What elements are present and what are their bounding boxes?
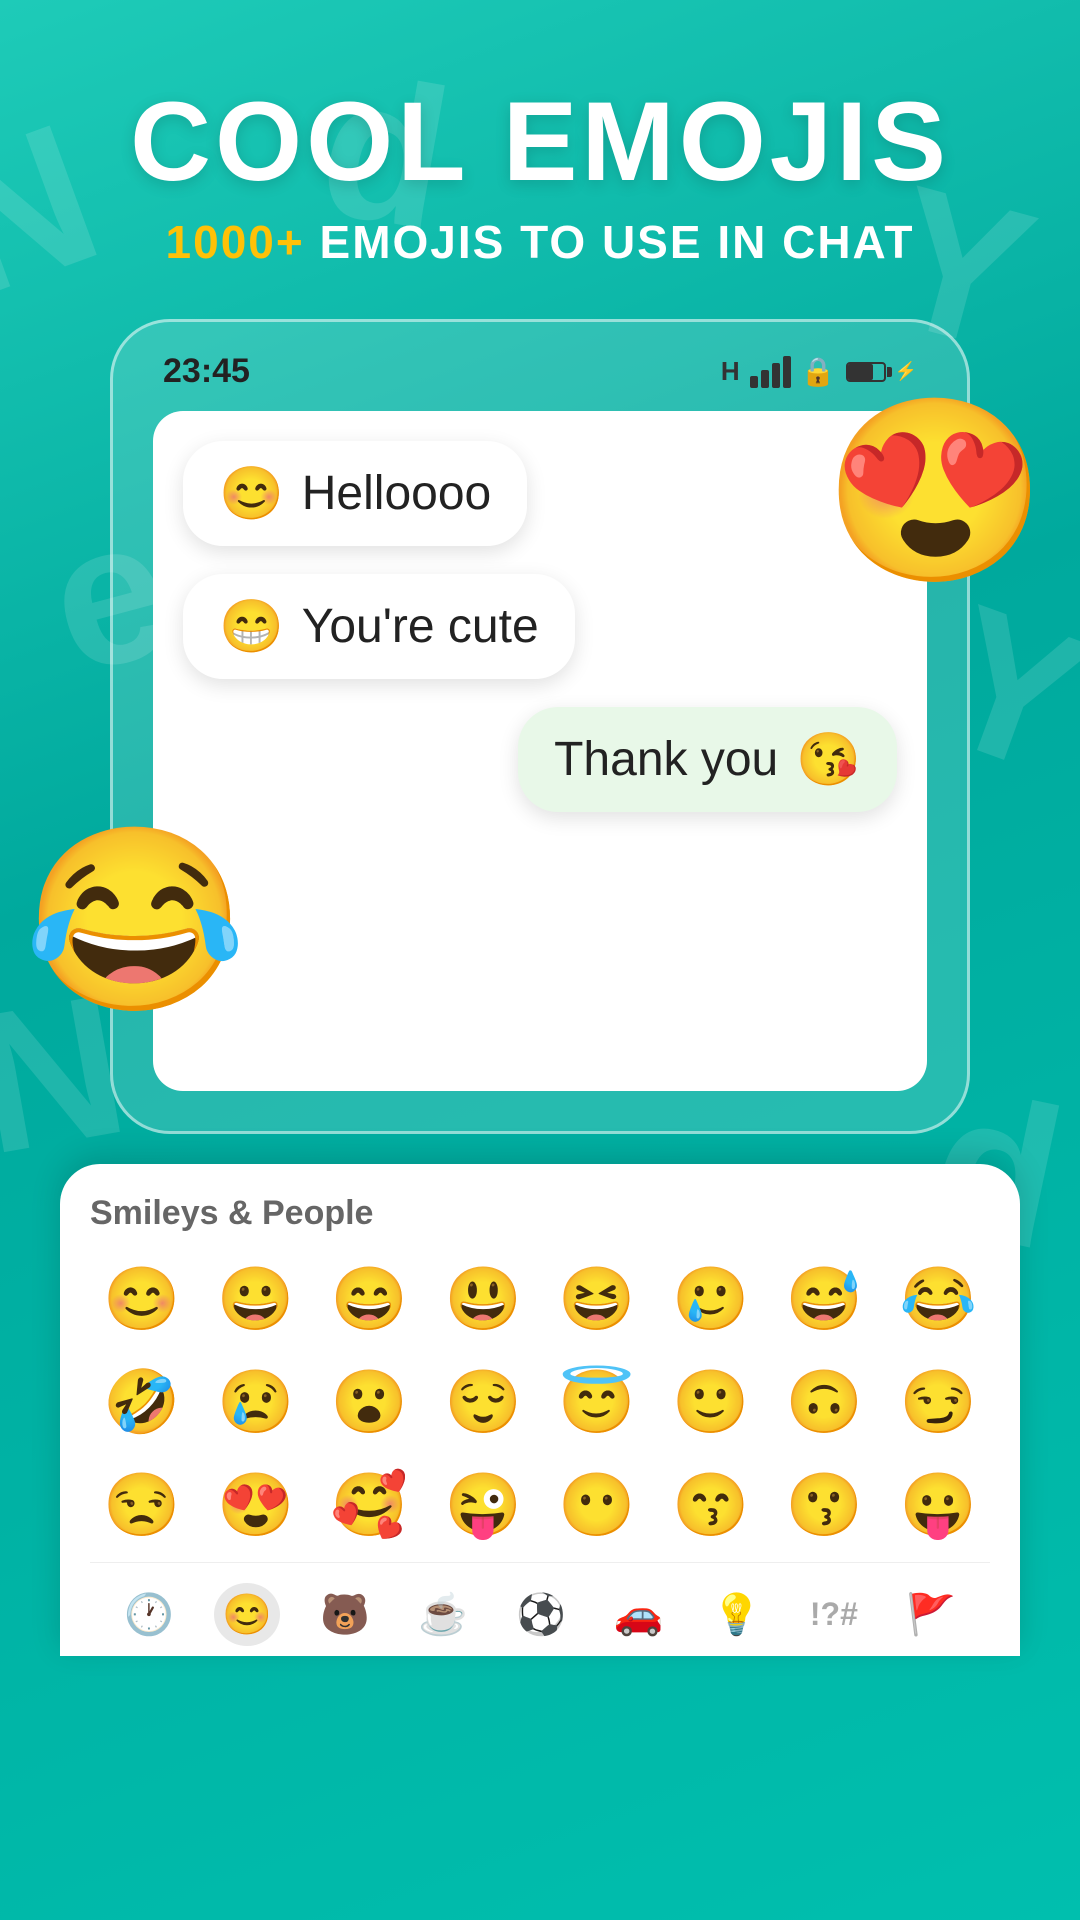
- category-smileys-icon[interactable]: 😊: [214, 1583, 280, 1646]
- message-row-3: Thank you 😘: [183, 707, 897, 812]
- subtitle-text: EMOJIS TO USE IN CHAT: [305, 216, 915, 268]
- emoji-cell[interactable]: 😙: [659, 1459, 763, 1552]
- message-bubble-3: Thank you 😘: [518, 707, 897, 812]
- emoji-cell[interactable]: 😂: [886, 1253, 990, 1346]
- message-row-2: 😁 You're cute: [183, 574, 897, 679]
- emoji-cell[interactable]: 😌: [431, 1356, 535, 1449]
- emoji-cell[interactable]: 🙃: [773, 1356, 877, 1449]
- app-header: COOL EMOJIS 1000+ EMOJIS TO USE IN CHAT: [0, 0, 1080, 269]
- emoji-cell[interactable]: 😊: [90, 1253, 194, 1346]
- category-bar: 🕐 😊 🐻 ☕ ⚽ 🚗 💡 !?# 🚩: [90, 1562, 990, 1656]
- category-animals-icon[interactable]: 🐻: [312, 1583, 378, 1646]
- emoji-cell[interactable]: 😆: [545, 1253, 649, 1346]
- emoji-cell[interactable]: 😜: [431, 1459, 535, 1552]
- lock-icon: 🔒: [801, 355, 836, 388]
- emoji-cell[interactable]: 🥰: [318, 1459, 422, 1552]
- signal-bars: [750, 356, 791, 388]
- message-emoji-3: 😘: [796, 729, 861, 790]
- emoji-cell[interactable]: 😍: [204, 1459, 308, 1552]
- category-food-icon[interactable]: ☕: [410, 1583, 476, 1646]
- message-bubble-2: 😁 You're cute: [183, 574, 575, 679]
- phone-mockup: 😍 😂 23:45 H 🔒 ⚡ 😊 Helloo: [110, 319, 970, 1134]
- message-emoji-2: 😁: [219, 596, 284, 657]
- floating-emoji-right: 😍: [823, 402, 1047, 582]
- app-title: COOL EMOJIS: [0, 80, 1080, 203]
- status-time: 23:45: [163, 352, 250, 391]
- emoji-cell[interactable]: 😢: [204, 1356, 308, 1449]
- emoji-cell[interactable]: 😒: [90, 1459, 194, 1552]
- chat-area: 😊 Helloooo 😁 You're cute Thank you 😘: [153, 411, 927, 1091]
- emoji-cell[interactable]: 😅: [773, 1253, 877, 1346]
- category-symbols-icon[interactable]: !?#: [802, 1588, 866, 1641]
- network-indicator: H: [721, 356, 740, 387]
- emoji-grid-row2: 🤣 😢 😮 😌 😇 🙂 🙃 😏: [90, 1356, 990, 1449]
- emoji-grid-row1: 😊 😀 😄 😃 😆 🥲 😅 😂: [90, 1253, 990, 1346]
- emoji-cell[interactable]: 😶: [545, 1459, 649, 1552]
- category-objects-icon[interactable]: 💡: [704, 1583, 770, 1646]
- category-flags-icon[interactable]: 🚩: [898, 1583, 964, 1646]
- emoji-cell[interactable]: 😀: [204, 1253, 308, 1346]
- message-text-1: Helloooo: [302, 466, 491, 521]
- emoji-cell[interactable]: 🥲: [659, 1253, 763, 1346]
- emoji-cell[interactable]: 😗: [773, 1459, 877, 1552]
- message-text-2: You're cute: [302, 599, 539, 654]
- battery-icon: ⚡: [846, 361, 917, 382]
- message-emoji-1: 😊: [219, 463, 284, 524]
- status-icons: H 🔒 ⚡: [721, 355, 917, 388]
- emoji-cell[interactable]: 🙂: [659, 1356, 763, 1449]
- message-bubble-1: 😊 Helloooo: [183, 441, 527, 546]
- category-recent-icon[interactable]: 🕐: [116, 1583, 182, 1646]
- emoji-cell[interactable]: 😄: [318, 1253, 422, 1346]
- message-row-1: 😊 Helloooo: [183, 441, 897, 546]
- emoji-cell[interactable]: 😇: [545, 1356, 649, 1449]
- category-activities-icon[interactable]: ⚽: [508, 1583, 574, 1646]
- category-travel-icon[interactable]: 🚗: [606, 1583, 672, 1646]
- emoji-cell[interactable]: 🤣: [90, 1356, 194, 1449]
- floating-emoji-left: 😂: [23, 831, 247, 1011]
- status-bar: 23:45 H 🔒 ⚡: [153, 352, 927, 411]
- emoji-keyboard: Smileys & People 😊 😀 😄 😃 😆 🥲 😅 😂 🤣 😢 😮 😌…: [60, 1164, 1020, 1656]
- message-text-3: Thank you: [554, 732, 778, 787]
- keyboard-section-title: Smileys & People: [90, 1194, 990, 1233]
- emoji-cell[interactable]: 😮: [318, 1356, 422, 1449]
- emoji-cell[interactable]: 😛: [886, 1459, 990, 1552]
- emoji-cell[interactable]: 😃: [431, 1253, 535, 1346]
- emoji-grid-row3: 😒 😍 🥰 😜 😶 😙 😗 😛: [90, 1459, 990, 1552]
- emoji-cell[interactable]: 😏: [886, 1356, 990, 1449]
- subtitle-count: 1000+: [166, 216, 305, 268]
- app-subtitle: 1000+ EMOJIS TO USE IN CHAT: [0, 215, 1080, 269]
